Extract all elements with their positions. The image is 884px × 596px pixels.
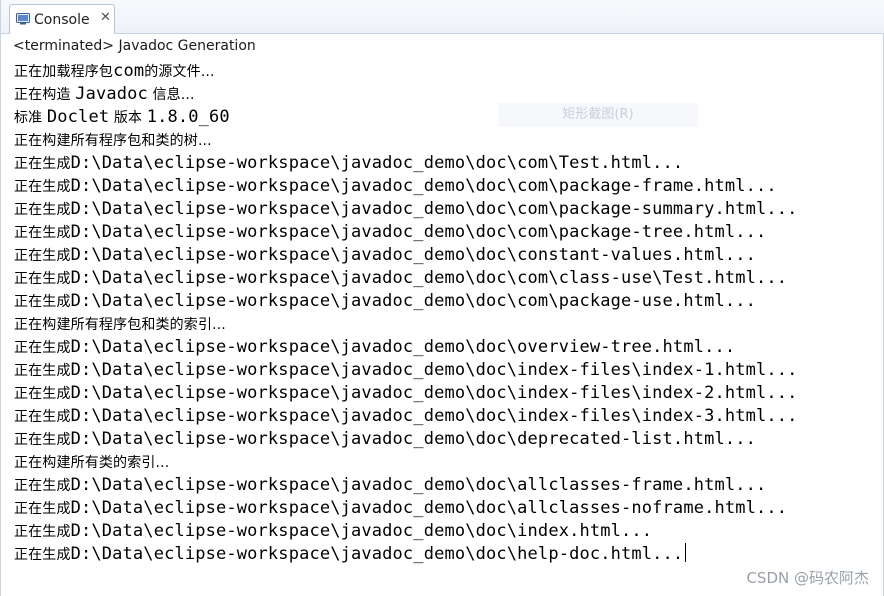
console-text: 正在生成: [14, 386, 71, 402]
console-line: 正在生成D:\Data\eclipse-workspace\javadoc_de…: [14, 290, 756, 313]
console-text: 正在生成: [14, 179, 71, 195]
console-text: 正在生成: [14, 156, 71, 172]
console-text: 正在生成: [14, 248, 71, 264]
console-line: 标准 Doclet 版本 1.8.0_60: [14, 106, 230, 129]
console-text: 信息...: [147, 87, 195, 103]
console-path: D:\Data\eclipse-workspace\javadoc_demo\d…: [70, 222, 767, 242]
console-text: 正在生成: [14, 432, 71, 448]
console-path: D:\Data\eclipse-workspace\javadoc_demo\d…: [70, 360, 798, 380]
console-path: D:\Data\eclipse-workspace\javadoc_demo\d…: [70, 429, 757, 449]
console-path: com: [113, 61, 145, 81]
console-path: D:\Data\eclipse-workspace\javadoc_demo\d…: [70, 337, 736, 357]
console-text: 正在生成: [14, 340, 71, 356]
console-path: D:\Data\eclipse-workspace\javadoc_demo\d…: [70, 245, 757, 265]
console-line: 正在加载程序包com的源文件...: [14, 60, 215, 83]
console-line: 正在构建所有程序包和类的索引...: [14, 313, 226, 336]
console-text: 正在构建所有类的索引...: [14, 455, 170, 471]
console-output[interactable]: 正在加载程序包com的源文件... 正在构造 Javadoc 信息... 标准 Do…: [1, 60, 884, 596]
console-path: Doclet: [46, 107, 110, 127]
console-line: 正在生成D:\Data\eclipse-workspace\javadoc_de…: [14, 405, 798, 428]
console-view: Console ✕ <terminated> Javadoc Generatio…: [0, 0, 884, 596]
console-path: D:\Data\eclipse-workspace\javadoc_demo\d…: [70, 268, 788, 288]
console-text: 正在生成: [14, 225, 71, 241]
console-line: 正在构建所有类的索引...: [14, 451, 169, 474]
console-path: Javadoc: [75, 84, 148, 104]
console-text: 的源文件...: [144, 64, 215, 80]
console-line: 正在生成D:\Data\eclipse-workspace\javadoc_de…: [14, 359, 798, 382]
screenshot-tool-tooltip: 矩形截图(R): [498, 103, 698, 127]
console-path: D:\Data\eclipse-workspace\javadoc_demo\d…: [70, 176, 777, 196]
console-text: 正在生成: [14, 524, 71, 540]
console-line: 正在生成D:\Data\eclipse-workspace\javadoc_de…: [14, 497, 787, 520]
console-line: 正在生成D:\Data\eclipse-workspace\javadoc_de…: [14, 221, 766, 244]
console-text: 正在生成: [14, 363, 71, 379]
console-icon: [16, 13, 30, 25]
console-line: 正在生成D:\Data\eclipse-workspace\javadoc_de…: [14, 267, 787, 290]
console-path: D:\Data\eclipse-workspace\javadoc_demo\d…: [70, 544, 684, 564]
console-text: 正在构建所有程序包和类的树...: [14, 133, 212, 149]
close-icon[interactable]: ✕: [100, 11, 111, 25]
console-path: D:\Data\eclipse-workspace\javadoc_demo\d…: [70, 475, 767, 495]
console-text: 正在生成: [14, 409, 71, 425]
console-text: 正在加载程序包: [14, 64, 114, 80]
console-text: 正在构建所有程序包和类的索引...: [14, 317, 226, 333]
view-tab-bar: Console ✕: [1, 0, 884, 34]
console-text: 正在生成: [14, 271, 71, 287]
console-text: 正在生成: [14, 501, 71, 517]
tab-console-label: Console: [34, 12, 90, 28]
console-line: 正在生成D:\Data\eclipse-workspace\javadoc_de…: [14, 428, 756, 451]
console-path: 1.8.0_60: [146, 107, 230, 127]
console-line: 正在生成D:\Data\eclipse-workspace\javadoc_de…: [14, 474, 766, 497]
console-path: D:\Data\eclipse-workspace\javadoc_demo\d…: [70, 153, 684, 173]
console-line: 正在生成D:\Data\eclipse-workspace\javadoc_de…: [14, 175, 777, 198]
console-text: 正在构造: [14, 87, 76, 103]
console-text: 标准: [14, 110, 47, 126]
console-line: 正在生成D:\Data\eclipse-workspace\javadoc_de…: [14, 198, 798, 221]
launch-status-label: <terminated> Javadoc Generation: [13, 38, 256, 54]
console-line: 正在生成D:\Data\eclipse-workspace\javadoc_de…: [14, 152, 683, 175]
console-path: D:\Data\eclipse-workspace\javadoc_demo\d…: [70, 383, 798, 403]
watermark: CSDN @码农阿杰: [746, 569, 869, 587]
console-line: 正在生成D:\Data\eclipse-workspace\javadoc_de…: [14, 336, 735, 359]
console-path: D:\Data\eclipse-workspace\javadoc_demo\d…: [70, 291, 757, 311]
console-path: D:\Data\eclipse-workspace\javadoc_demo\d…: [70, 498, 788, 518]
console-path: D:\Data\eclipse-workspace\javadoc_demo\d…: [70, 406, 798, 426]
console-line: 正在生成D:\Data\eclipse-workspace\javadoc_de…: [14, 244, 756, 267]
console-line: 正在生成D:\Data\eclipse-workspace\javadoc_de…: [14, 520, 652, 543]
console-line: 正在构造 Javadoc 信息...: [14, 83, 195, 106]
console-text: 正在生成: [14, 294, 71, 310]
console-line: 正在生成D:\Data\eclipse-workspace\javadoc_de…: [14, 543, 687, 566]
console-path: D:\Data\eclipse-workspace\javadoc_demo\d…: [70, 199, 798, 219]
console-text: 正在生成: [14, 478, 71, 494]
console-line: 正在构建所有程序包和类的树...: [14, 129, 212, 152]
console-path: D:\Data\eclipse-workspace\javadoc_demo\d…: [70, 521, 653, 541]
console-line: 正在生成D:\Data\eclipse-workspace\javadoc_de…: [14, 382, 798, 405]
text-cursor: [685, 543, 687, 562]
tab-console[interactable]: Console ✕: [9, 4, 115, 34]
console-text: 正在生成: [14, 547, 71, 563]
console-text: 正在生成: [14, 202, 71, 218]
console-text: 版本: [109, 110, 147, 126]
